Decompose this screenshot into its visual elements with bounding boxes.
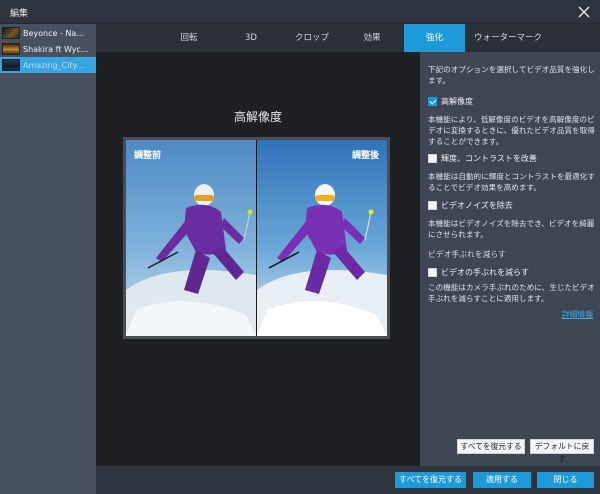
brightness-label: 輝度、コントラストを改善: [441, 153, 537, 163]
bottom-bar: すべてを復元する 適用する 閉じる: [96, 466, 600, 494]
checkbox-checked-icon[interactable]: [428, 96, 437, 106]
stabilize-label: ビデオの手ぶれを減らす: [441, 267, 529, 277]
stabilize-description: この機能はカメラ手ぶれのために、生じたビデオ手ぶれを減らすことに適用します。: [428, 283, 595, 303]
tab-3d[interactable]: 3D: [234, 24, 268, 52]
before-image: 調整前: [126, 140, 256, 336]
file-name: Beyonce - Na...: [23, 28, 84, 38]
tab-enhance[interactable]: 強化: [404, 24, 465, 52]
stabilize-option[interactable]: ビデオの手ぶれを減らす: [428, 266, 529, 278]
upscale-option[interactable]: 高解像度: [428, 95, 473, 107]
defaults-button[interactable]: デフォルトに戻す: [530, 439, 594, 464]
enhance-options-panel: 下記のオプションを選択してビデオ品質を強化します。 高解像度 本機能により、低解…: [420, 52, 600, 466]
checkbox-icon[interactable]: [428, 153, 437, 163]
tab-crop[interactable]: クロップ: [290, 24, 334, 52]
video-thumbnail: [2, 43, 20, 55]
before-label: 調整前: [134, 151, 162, 161]
denoise-label: ビデオノイズを除去: [441, 200, 513, 210]
video-thumbnail: [2, 59, 20, 71]
title-bar: 編集: [0, 0, 600, 24]
tab-bar: 回転 3D クロップ 効果 強化 ウォーターマーク: [96, 24, 600, 52]
file-name: Amazing_City...: [23, 60, 84, 70]
after-label: 調整後: [351, 151, 379, 161]
preview-area: 高解像度 調整前 調整後: [96, 52, 420, 466]
after-image: 調整後: [257, 140, 387, 336]
video-thumbnail: [2, 27, 20, 39]
brightness-description: 本機能は自動的に輝度とコントラストを最適化することでビデオ効果を高めます。: [428, 172, 595, 192]
upscale-label: 高解像度: [441, 96, 473, 106]
details-link[interactable]: 詳細情報: [562, 309, 593, 320]
restore-all-button[interactable]: すべてを復元する: [457, 439, 525, 454]
bottom-restore-all-button[interactable]: すべてを復元する: [395, 472, 466, 488]
checkbox-icon[interactable]: [428, 267, 437, 277]
preview-title: 高解像度: [233, 110, 282, 124]
upscale-description: 本機能により、低解像度のビデオを高解像度のビデオに変換するときに、優れたビデオ品…: [428, 115, 595, 146]
tab-watermark[interactable]: ウォーターマーク: [466, 24, 550, 52]
before-after-comparison: 調整前 調整後: [123, 137, 390, 339]
file-name: Shakira ft Wyc...: [23, 44, 89, 54]
brightness-option[interactable]: 輝度、コントラストを改善: [428, 152, 537, 164]
window-title: 編集: [10, 9, 29, 19]
stabilize-section-label: ビデオ手ぶれを減らす: [428, 250, 506, 259]
denoise-description: 本機能はビデオノイズを除去でき、ビデオを綺麗にさせられます。: [428, 219, 595, 239]
denoise-option[interactable]: ビデオノイズを除去: [428, 199, 513, 211]
file-list: Beyonce - Na... Shakira ft Wyc... Amazin…: [0, 24, 96, 494]
file-item-shakira[interactable]: Shakira ft Wyc...: [0, 41, 96, 57]
close-button[interactable]: 閉じる: [537, 472, 594, 488]
checkbox-icon[interactable]: [428, 200, 437, 210]
close-icon[interactable]: [574, 2, 594, 22]
options-intro: 下記のオプションを選択してビデオ品質を強化します。: [428, 65, 595, 85]
tab-rotate[interactable]: 回転: [168, 24, 210, 52]
file-item-beyonce[interactable]: Beyonce - Na...: [0, 25, 96, 41]
file-item-amazing-city[interactable]: Amazing_City...: [0, 57, 96, 73]
apply-button[interactable]: 適用する: [473, 472, 531, 488]
tab-effects[interactable]: 効果: [353, 24, 391, 52]
